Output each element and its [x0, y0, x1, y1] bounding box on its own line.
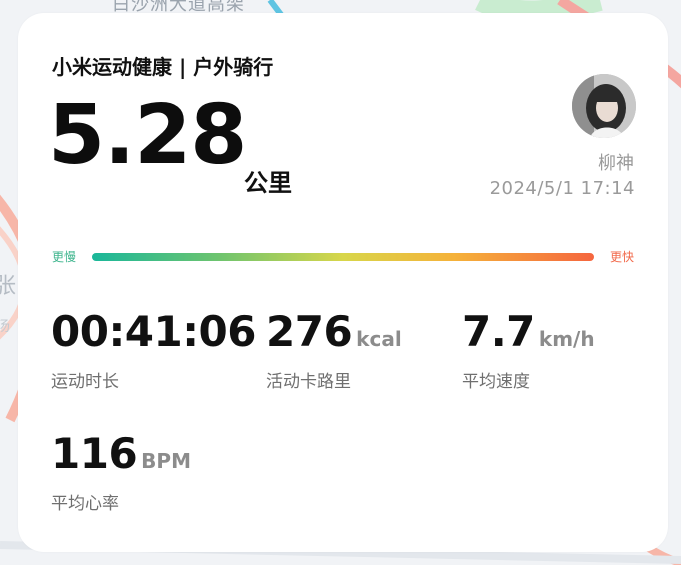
user-avatar[interactable] — [572, 74, 636, 138]
duration-value: 00:41:06 — [51, 307, 256, 356]
heart-rate-unit: BPM — [141, 449, 191, 473]
heart-rate-value: 116 — [51, 429, 138, 478]
distance-value: 5.28 — [48, 88, 247, 183]
workout-summary-card: 小米运动健康 | 户外骑行 5.28 公里 柳神 2024/5/1 17:14 … — [18, 13, 668, 552]
avatar-icon — [572, 74, 636, 138]
page-title: 小米运动健康 | 户外骑行 — [52, 55, 274, 79]
calories-unit: kcal — [356, 327, 402, 351]
speed-scale-fast-label: 更快 — [609, 250, 634, 264]
stat-calories: 276 kcal 活动卡路里 — [266, 311, 402, 393]
speed-scale-slow-label: 更慢 — [52, 250, 77, 264]
stat-duration: 00:41:06 运动时长 — [51, 311, 256, 393]
speed-label: 平均速度 — [462, 372, 530, 392]
speed-gradient-bar — [92, 253, 594, 261]
user-name: 柳神 — [598, 153, 634, 174]
duration-label: 运动时长 — [51, 372, 119, 392]
heart-rate-label: 平均心率 — [51, 494, 119, 514]
distance-unit: 公里 — [244, 169, 292, 197]
speed-value: 7.7 — [462, 307, 535, 356]
stat-heart-rate: 116 BPM 平均心率 — [51, 433, 191, 515]
calories-label: 活动卡路里 — [266, 372, 351, 392]
map-label-left: 张 — [0, 274, 18, 299]
calories-value: 276 — [266, 307, 353, 356]
speed-unit: km/h — [538, 327, 595, 351]
workout-datetime: 2024/5/1 17:14 — [489, 178, 635, 199]
map-label-left-small: 汤 — [0, 319, 11, 335]
stat-average-speed: 7.7 km/h 平均速度 — [462, 311, 595, 393]
